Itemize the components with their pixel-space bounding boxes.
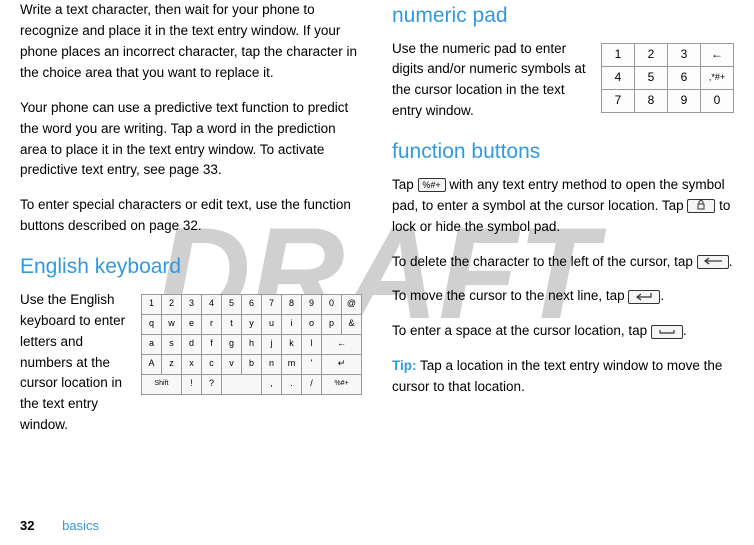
key: k (282, 334, 302, 354)
key: ' (302, 354, 322, 374)
key: p (322, 314, 342, 334)
page-footer: 32 basics (20, 518, 99, 533)
text-fragment: To move the cursor to the next line, tap (392, 288, 628, 303)
space-key (222, 374, 262, 394)
enter-keycap-icon (628, 290, 660, 304)
key: ! (182, 374, 202, 394)
key: a (142, 334, 162, 354)
numpad-backspace-icon: ← (701, 43, 734, 66)
text-fragment: Tap a location in the text entry window … (392, 358, 722, 394)
key: w (162, 314, 182, 334)
key: o (302, 314, 322, 334)
lock-keycap-icon (687, 199, 715, 213)
symbol-key: %#+ (322, 374, 362, 394)
heading-numeric-pad: numeric pad (392, 0, 734, 33)
body-paragraph: To delete the character to the left of t… (392, 252, 734, 273)
key: u (262, 314, 282, 334)
right-column: numeric pad 1 2 3 ← 4 5 6 ,*#+ 7 8 (392, 0, 734, 450)
numpad-key: 5 (635, 66, 668, 89)
key: g (222, 334, 242, 354)
text-fragment: To enter a space at the cursor location,… (392, 323, 651, 338)
numpad-key: 6 (668, 66, 701, 89)
key: d (182, 334, 202, 354)
text-fragment: To delete the character to the left of t… (392, 254, 697, 269)
key: 8 (282, 294, 302, 314)
numpad-key: 9 (668, 89, 701, 112)
key: . (282, 374, 302, 394)
heading-english-keyboard: English keyboard (20, 251, 362, 284)
body-paragraph: Tap %#+ with any text entry method to op… (392, 175, 734, 238)
key: b (242, 354, 262, 374)
space-keycap-icon (651, 325, 683, 339)
shift-key: Shift (142, 374, 182, 394)
key: , (262, 374, 282, 394)
text-fragment: . (729, 254, 733, 269)
key: n (262, 354, 282, 374)
numeric-pad-illustration: 1 2 3 ← 4 5 6 ,*#+ 7 8 9 0 (601, 43, 734, 113)
enter-key-icon: ↵ (322, 354, 362, 374)
key: / (302, 374, 322, 394)
body-paragraph: To move the cursor to the next line, tap… (392, 286, 734, 307)
numpad-key: 8 (635, 89, 668, 112)
key: ? (202, 374, 222, 394)
backspace-keycap-icon (697, 255, 729, 269)
key: 4 (202, 294, 222, 314)
numpad-sym-key: ,*#+ (701, 66, 734, 89)
symbol-pad-keycap-icon: %#+ (418, 178, 446, 192)
key: 5 (222, 294, 242, 314)
numpad-key: 7 (602, 89, 635, 112)
body-paragraph: Write a text character, then wait for yo… (20, 0, 362, 84)
key: 3 (182, 294, 202, 314)
key: l (302, 334, 322, 354)
text-fragment: . (683, 323, 687, 338)
key: c (202, 354, 222, 374)
key: 0 (322, 294, 342, 314)
body-paragraph: To enter a space at the cursor location,… (392, 321, 734, 342)
key: t (222, 314, 242, 334)
key: f (202, 334, 222, 354)
key: x (182, 354, 202, 374)
key: 9 (302, 294, 322, 314)
body-paragraph: To enter special characters or edit text… (20, 195, 362, 237)
key: r (202, 314, 222, 334)
body-paragraph: Your phone can use a predictive text fun… (20, 98, 362, 182)
key: v (222, 354, 242, 374)
key: s (162, 334, 182, 354)
tip-paragraph: Tip: Tap a location in the text entry wi… (392, 356, 734, 398)
caps-key: A (142, 354, 162, 374)
numpad-key: 4 (602, 66, 635, 89)
key: j (262, 334, 282, 354)
text-fragment: Tap (392, 177, 418, 192)
numpad-grid: 1 2 3 ← 4 5 6 ,*#+ 7 8 9 0 (601, 43, 734, 113)
key: @ (342, 294, 362, 314)
section-name: basics (62, 518, 99, 533)
numpad-key: 1 (602, 43, 635, 66)
numpad-key: 2 (635, 43, 668, 66)
key: y (242, 314, 262, 334)
left-column: Write a text character, then wait for yo… (20, 0, 362, 450)
key: h (242, 334, 262, 354)
english-keyboard-illustration: 1 2 3 4 5 6 7 8 9 0 @ q w e r t (141, 294, 362, 395)
tip-label: Tip: (392, 358, 417, 373)
key: 6 (242, 294, 262, 314)
key: m (282, 354, 302, 374)
key: 2 (162, 294, 182, 314)
key: & (342, 314, 362, 334)
key: i (282, 314, 302, 334)
numpad-key: 0 (701, 89, 734, 112)
text-fragment: . (660, 288, 664, 303)
keyboard-grid: 1 2 3 4 5 6 7 8 9 0 @ q w e r t (141, 294, 362, 395)
key: q (142, 314, 162, 334)
page-content: Write a text character, then wait for yo… (0, 0, 754, 450)
heading-function-buttons: function buttons (392, 136, 734, 169)
backspace-key-icon: ← (322, 334, 362, 354)
key: 7 (262, 294, 282, 314)
key: e (182, 314, 202, 334)
numpad-key: 3 (668, 43, 701, 66)
key: z (162, 354, 182, 374)
page-number: 32 (20, 518, 34, 533)
key: 1 (142, 294, 162, 314)
